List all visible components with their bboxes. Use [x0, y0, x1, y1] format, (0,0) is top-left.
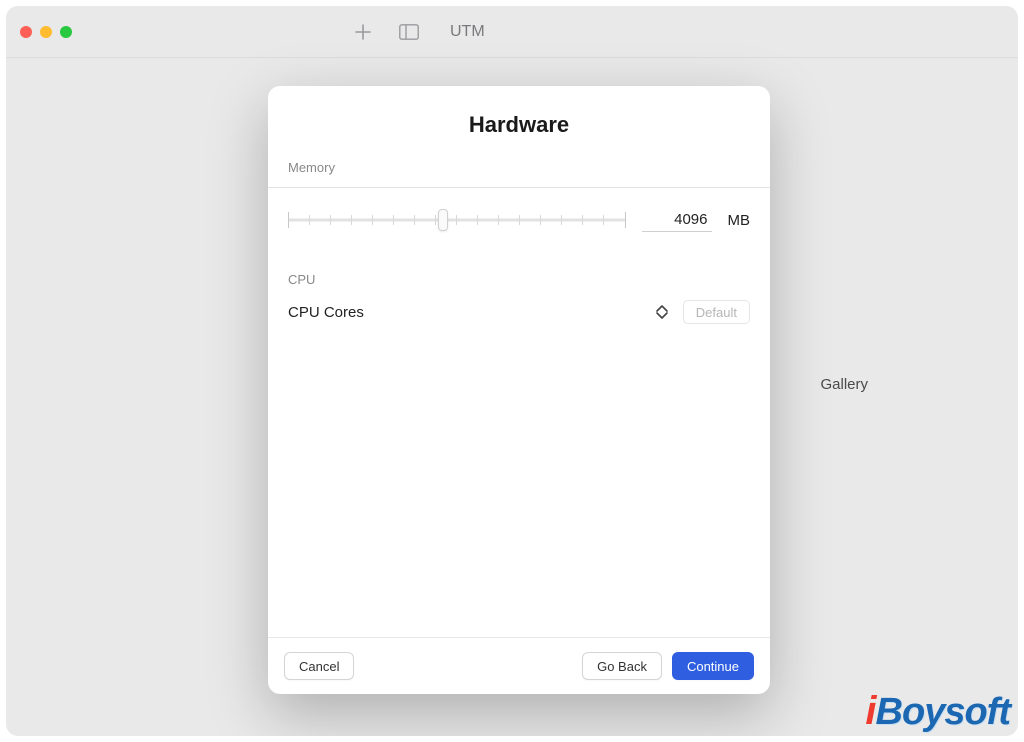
minimize-window-button[interactable]	[40, 26, 52, 38]
add-icon[interactable]	[350, 19, 376, 45]
memory-slider[interactable]	[288, 208, 626, 232]
window-controls	[20, 26, 72, 38]
slider-thumb[interactable]	[438, 209, 448, 231]
close-window-button[interactable]	[20, 26, 32, 38]
fullscreen-window-button[interactable]	[60, 26, 72, 38]
slider-ticks	[288, 210, 626, 230]
gallery-label: Gallery	[820, 376, 868, 393]
watermark-logo: iBoysoft	[865, 689, 1010, 734]
memory-input[interactable]	[642, 208, 712, 232]
cpu-section-label: CPU	[288, 272, 750, 287]
divider	[268, 187, 770, 188]
modal-title: Hardware	[268, 86, 770, 160]
chevron-up-icon	[656, 305, 668, 312]
hardware-modal: Hardware Memory M	[268, 86, 770, 694]
cancel-button[interactable]: Cancel	[284, 652, 354, 680]
go-back-button[interactable]: Go Back	[582, 652, 662, 680]
sidebar-toggle-icon[interactable]	[396, 19, 422, 45]
memory-unit: MB	[728, 212, 751, 229]
modal-footer: Cancel Go Back Continue	[268, 637, 770, 694]
app-window: UTM Gallery Hardware Memory	[6, 6, 1018, 736]
toolbar: UTM	[350, 19, 485, 45]
titlebar: UTM	[6, 6, 1018, 58]
continue-button[interactable]: Continue	[672, 652, 754, 680]
cpu-cores-row: CPU Cores Default	[288, 299, 750, 325]
memory-row: MB	[288, 208, 750, 232]
watermark-text: Boysoft	[876, 691, 1010, 734]
chevron-down-icon	[656, 312, 668, 319]
cpu-cores-stepper[interactable]	[651, 299, 673, 325]
memory-section-label: Memory	[288, 160, 750, 175]
cpu-default-button[interactable]: Default	[683, 300, 750, 324]
app-title: UTM	[450, 23, 485, 41]
watermark-i: i	[865, 689, 875, 734]
modal-body: Memory MB CPU	[268, 160, 770, 637]
cpu-cores-label: CPU Cores	[288, 304, 641, 321]
